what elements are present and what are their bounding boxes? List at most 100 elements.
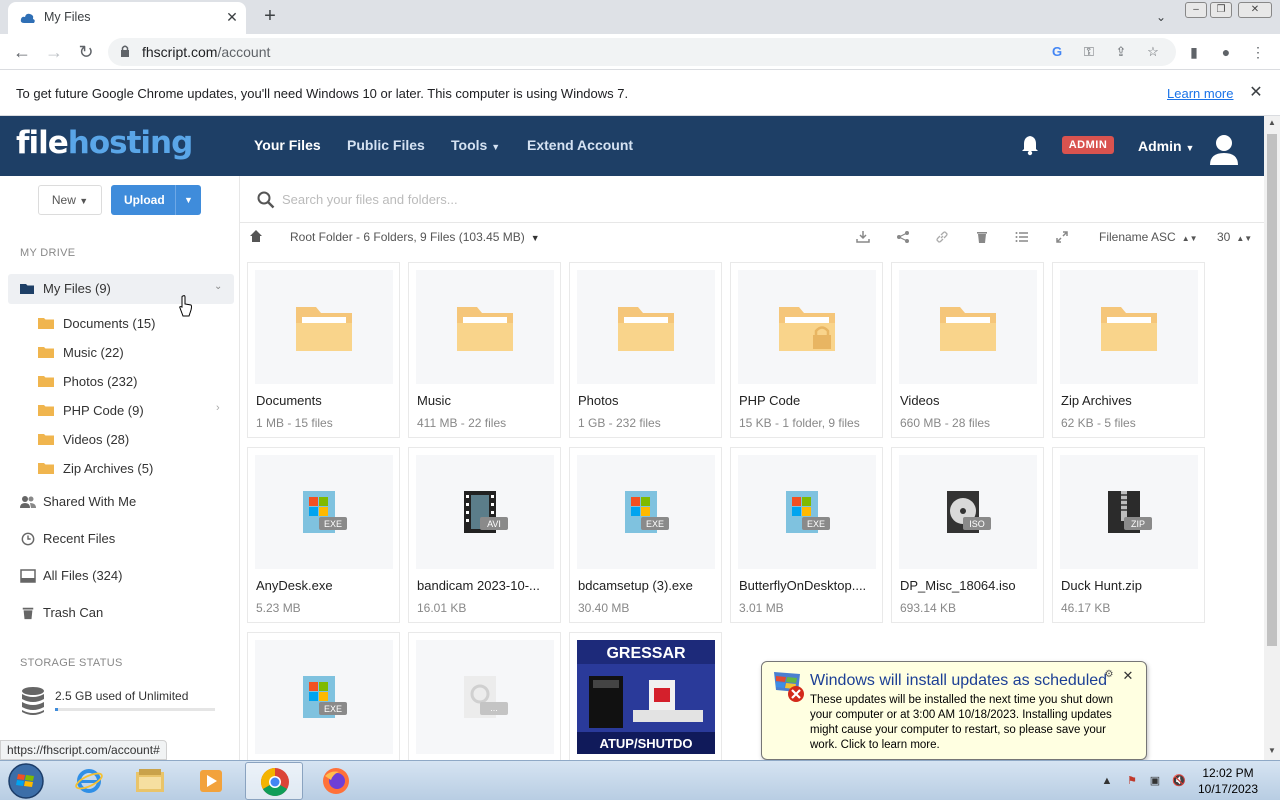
file-card[interactable]: EXE bdcamsetup (3).exe 30.40 MB [569, 447, 722, 623]
back-arrow-icon[interactable]: ← [10, 41, 34, 63]
file-card[interactable]: ZIP Duck Hunt.zip 46.17 KB [1052, 447, 1205, 623]
new-tab-button[interactable]: + [259, 6, 281, 28]
status-url-bubble: https://fhscript.com/account# [0, 740, 167, 760]
minimize-button[interactable]: – [1185, 2, 1207, 18]
folder-card[interactable]: Documents 1 MB - 15 files [247, 262, 400, 438]
per-page-select[interactable]: 30 ▲▼ [1217, 230, 1252, 244]
folder-card[interactable]: Videos 660 MB - 28 files [891, 262, 1044, 438]
bell-icon[interactable] [1020, 134, 1040, 156]
search-input[interactable] [282, 188, 1182, 210]
folder-card[interactable]: Music 411 MB - 22 files [408, 262, 561, 438]
nav-tools[interactable]: Tools ▼ [451, 137, 500, 153]
filehosting-logo[interactable]: filehosting [16, 125, 193, 161]
browser-tab[interactable]: My Files ✕ [8, 2, 246, 34]
bookmark-star-icon[interactable]: ☆ [1144, 43, 1162, 61]
close-tab-icon[interactable]: ✕ [223, 8, 241, 26]
key-icon[interactable]: ⚿ [1080, 43, 1098, 61]
close-window-button[interactable]: ✕ [1238, 2, 1272, 18]
folder-card[interactable]: Zip Archives 62 KB - 5 files [1052, 262, 1205, 438]
sidebar-folder-photos[interactable]: Photos (232) [30, 368, 234, 394]
breadcrumb[interactable]: Root Folder - 6 Folders, 9 Files (103.45… [290, 230, 540, 244]
sidebar-item-trash[interactable]: Trash Can [8, 598, 234, 628]
fullscreen-icon[interactable] [1055, 230, 1069, 244]
file-card[interactable]: ... [408, 632, 561, 760]
taskbar-firefox[interactable] [307, 762, 365, 800]
scroll-down-arrow-icon[interactable]: ▼ [1264, 744, 1280, 758]
options-wrench-icon[interactable]: ⚙ [1102, 669, 1116, 683]
forward-arrow-icon[interactable]: → [42, 41, 66, 63]
avatar[interactable] [1208, 132, 1240, 166]
tab-search-chevron-icon[interactable]: ⌄ [1150, 6, 1172, 28]
nav-your-files[interactable]: Your Files [254, 137, 321, 153]
windows-update-flag-icon [774, 672, 804, 702]
nav-extend-account[interactable]: Extend Account [527, 137, 633, 153]
storage-progress-fill [55, 708, 59, 711]
folder-thumbnail [1060, 270, 1198, 384]
chevron-down-icon[interactable]: ⌄ [214, 281, 222, 292]
taskbar-chrome[interactable] [245, 762, 303, 800]
restore-button[interactable]: ❐ [1210, 2, 1232, 18]
start-button[interactable] [6, 762, 46, 800]
sidebar-item-recent[interactable]: Recent Files [8, 524, 234, 554]
trash-icon[interactable] [975, 230, 989, 244]
file-card[interactable]: EXE ButterflyOnDesktop.... 3.01 MB [730, 447, 883, 623]
sidebar-folder-php-code[interactable]: PHP Code (9) › [30, 397, 234, 423]
folder-thumbnail [899, 270, 1037, 384]
sidebar-folder-documents[interactable]: Documents (15) [30, 310, 234, 336]
sidebar-item-my-files[interactable]: My Files (9) ⌄ [8, 274, 234, 304]
chevron-right-icon[interactable]: › [216, 402, 220, 414]
learn-more-link[interactable]: Learn more [1167, 86, 1233, 101]
download-icon[interactable] [856, 230, 870, 244]
sort-select[interactable]: Filename ASC ▲▼ [1099, 230, 1198, 244]
home-icon[interactable] [249, 229, 263, 243]
taskbar-clock[interactable]: 12:02 PM 10/17/2023 [1196, 765, 1260, 797]
taskbar-explorer[interactable] [121, 762, 179, 800]
google-icon[interactable]: G [1048, 43, 1066, 61]
side-panel-icon[interactable]: ▮ [1184, 43, 1204, 61]
nav-public-files[interactable]: Public Files [347, 137, 425, 153]
folder-open-icon [20, 284, 34, 294]
share-icon[interactable] [896, 230, 910, 244]
folder-icon [618, 307, 674, 351]
sidebar-folder-videos[interactable]: Videos (28) [30, 426, 234, 452]
sidebar-item-shared[interactable]: Shared With Me [8, 487, 234, 517]
list-view-icon[interactable] [1015, 230, 1029, 244]
menu-kebab-icon[interactable]: ⋮ [1248, 43, 1268, 61]
profile-icon[interactable]: ● [1216, 43, 1236, 61]
image-file-card[interactable]: GRESSAR ATUP/SHUTDO [569, 632, 722, 760]
close-notification-icon[interactable]: ✕ [1120, 668, 1136, 684]
file-card[interactable]: EXE AnyDesk.exe 5.23 MB [247, 447, 400, 623]
sidebar-item-all-files[interactable]: All Files (324) [8, 561, 234, 591]
page-scrollbar[interactable]: ▲ ▼ [1264, 116, 1280, 760]
network-icon[interactable]: ▣ [1147, 773, 1163, 789]
sidebar-folder-zip-archives[interactable]: Zip Archives (5) [30, 455, 234, 481]
scrollbar-thumb[interactable] [1267, 134, 1277, 646]
upload-button[interactable]: Upload ▼ [111, 185, 201, 215]
new-button[interactable]: New ▼ [38, 185, 102, 215]
upload-dropdown-icon[interactable]: ▼ [175, 185, 201, 215]
media-player-icon [200, 770, 222, 792]
share-icon[interactable]: ⇪ [1112, 43, 1130, 61]
app-header: filehosting Your Files Public Files Tool… [0, 116, 1264, 176]
file-card[interactable]: ISO DP_Misc_18064.iso 693.14 KB [891, 447, 1044, 623]
reload-icon[interactable]: ↻ [74, 41, 98, 63]
svg-text:AVI: AVI [487, 519, 501, 529]
folder-card[interactable]: PHP Code 15 KB - 1 folder, 9 files [730, 262, 883, 438]
close-infobar-icon[interactable]: ✕ [1246, 83, 1266, 103]
taskbar-internet-explorer[interactable] [60, 762, 118, 800]
address-bar[interactable]: fhscript.com/account G ⚿ ⇪ ☆ [108, 38, 1176, 66]
file-card[interactable]: EXE [247, 632, 400, 760]
volume-muted-icon[interactable]: 🔇 [1171, 773, 1187, 789]
sidebar-folder-music[interactable]: Music (22) [30, 339, 234, 365]
scroll-up-arrow-icon[interactable]: ▲ [1264, 116, 1280, 130]
folder-icon [457, 307, 513, 351]
windows-update-notification[interactable]: Windows will install updates as schedule… [761, 661, 1147, 760]
link-icon[interactable] [935, 230, 949, 244]
taskbar-media-player[interactable] [182, 762, 240, 800]
user-menu[interactable]: Admin ▼ [1138, 138, 1194, 154]
show-hidden-icons-arrow-icon[interactable]: ▲ [1099, 773, 1115, 789]
file-card[interactable]: AVI bandicam 2023-10-... 16.01 KB [408, 447, 561, 623]
action-center-flag-icon[interactable]: ⚑ [1124, 773, 1140, 789]
folder-icon [38, 347, 54, 358]
folder-card[interactable]: Photos 1 GB - 232 files [569, 262, 722, 438]
